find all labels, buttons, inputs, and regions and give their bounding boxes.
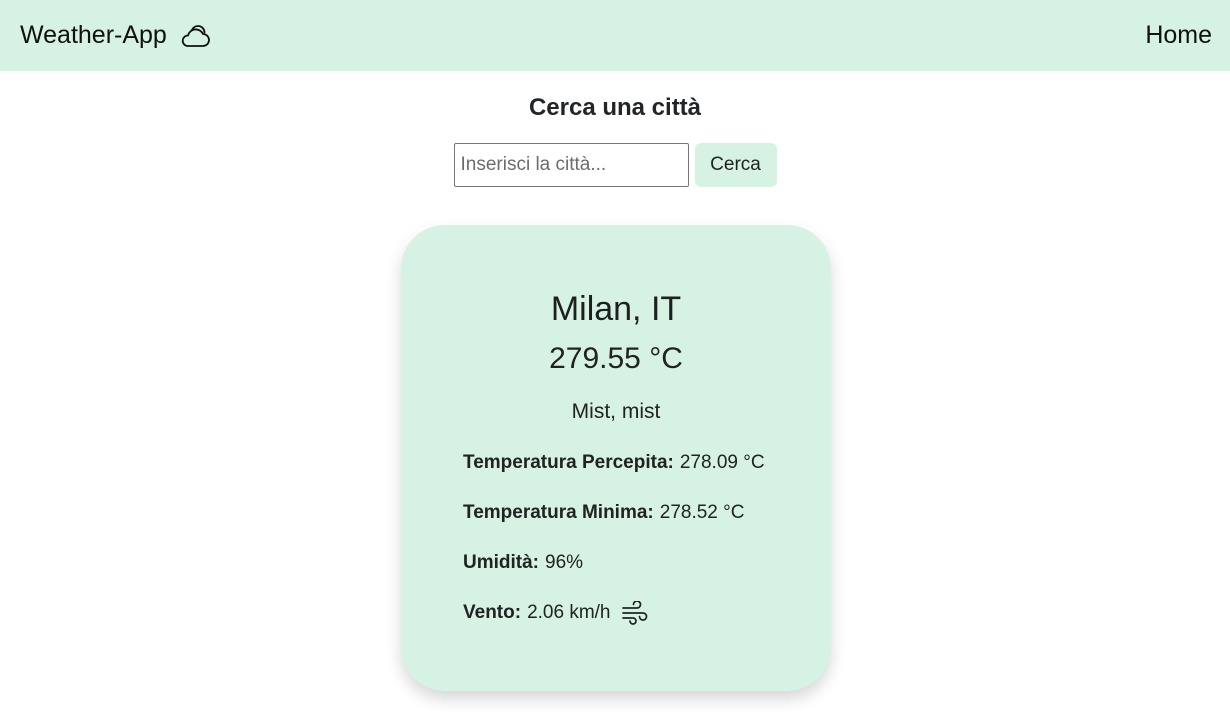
min-temperature-row: Temperatura Minima: 278.52 °C	[463, 501, 831, 525]
brand-name: Weather-App	[20, 21, 167, 49]
temperature: 279.55 °C	[549, 342, 683, 375]
detail-label: Vento:	[463, 602, 522, 623]
search-title: Cerca una città	[528, 94, 702, 121]
detail-label: Temperatura Percepita:	[463, 452, 674, 473]
detail-label: Umidità:	[463, 552, 539, 573]
detail-value: 278.09 °C	[679, 452, 765, 473]
wind-icon	[621, 601, 649, 625]
weather-card: Milan, IT 279.55 °C Mist, mist Temperatu…	[401, 225, 831, 691]
city-name: Milan, IT	[550, 290, 682, 328]
navbar: Weather-App Home	[0, 0, 1230, 71]
detail-label: Temperatura Minima:	[463, 502, 654, 523]
search-form: Cerca	[0, 143, 1230, 187]
feels-like-row: Temperatura Percepita: 278.09 °C	[463, 451, 831, 475]
humidity-row: Umidità: 96%	[463, 551, 831, 575]
detail-value: 96%	[545, 552, 584, 573]
detail-value: 278.52 °C	[659, 502, 745, 523]
home-link[interactable]: Home	[1145, 21, 1212, 50]
wind-row: Vento: 2.06 km/h	[463, 601, 831, 625]
search-section: Cerca una città Cerca	[0, 93, 1230, 187]
cloud-icon	[179, 23, 211, 49]
brand-link[interactable]: Weather-App	[20, 21, 211, 50]
detail-value: 2.06 km/h	[527, 602, 611, 623]
city-search-input[interactable]	[453, 143, 689, 187]
weather-details: Temperatura Percepita: 278.09 °C Tempera…	[463, 451, 831, 625]
search-button[interactable]: Cerca	[694, 143, 777, 187]
weather-description: Mist, mist	[571, 400, 661, 423]
